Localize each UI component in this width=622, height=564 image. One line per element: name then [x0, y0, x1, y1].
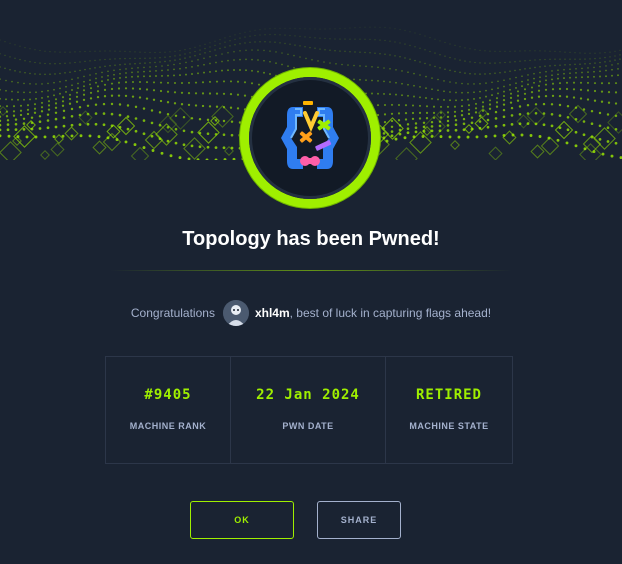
machine-stats-panel: #9405 MACHINE RANK 22 Jan 2024 PWN DATE …: [105, 356, 513, 464]
share-button[interactable]: SHARE: [317, 501, 401, 539]
badge-inner-ring: [249, 77, 371, 199]
username[interactable]: xhl4m: [255, 306, 290, 320]
stat-value: #9405: [144, 387, 192, 403]
page-title: Topology has been Pwned!: [182, 228, 440, 250]
machine-badge: [240, 68, 380, 208]
stat-machine-rank: #9405 MACHINE RANK: [106, 357, 231, 463]
ok-button[interactable]: OK: [190, 501, 294, 539]
congratulations-message: Congratulations xhl4m , best of luck in …: [0, 300, 622, 326]
avatar-image: [222, 300, 249, 326]
stat-label: PWN DATE: [282, 421, 334, 431]
stat-label: MACHINE RANK: [129, 421, 207, 431]
congrats-suffix: , best of luck in capturing flags ahead!: [289, 306, 492, 320]
congrats-prefix: Congratulations: [130, 306, 215, 320]
title-divider: [110, 270, 512, 271]
stat-value: RETIRED: [415, 387, 482, 403]
topology-logo-icon: [281, 101, 339, 169]
stat-value: 22 Jan 2024: [256, 387, 360, 403]
stat-label: MACHINE STATE: [409, 421, 489, 431]
user-avatar: [222, 300, 249, 326]
stat-pwn-date: 22 Jan 2024 PWN DATE: [231, 357, 386, 463]
stat-machine-state: RETIRED MACHINE STATE: [386, 357, 512, 463]
